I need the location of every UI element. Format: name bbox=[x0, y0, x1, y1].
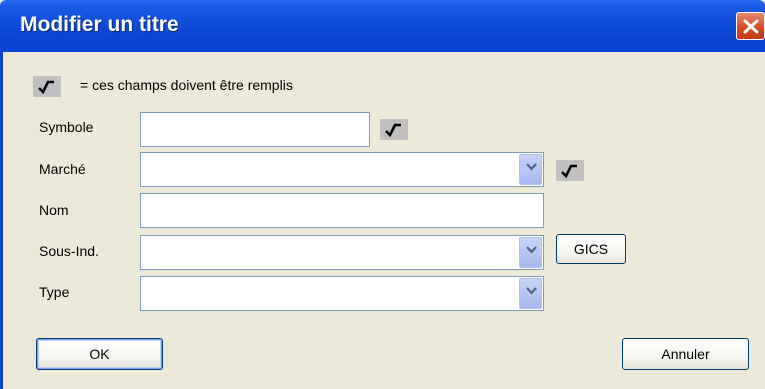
chevron-down-icon bbox=[526, 287, 537, 295]
sous-ind-label: Sous-Ind. bbox=[39, 243, 99, 259]
required-legend-icon bbox=[33, 76, 61, 97]
type-dropdown-button[interactable] bbox=[519, 278, 542, 309]
chevron-down-icon bbox=[526, 246, 537, 254]
close-button[interactable] bbox=[736, 12, 765, 40]
type-select[interactable] bbox=[140, 276, 544, 311]
symbole-required-icon bbox=[380, 119, 408, 140]
window-frame bbox=[0, 52, 3, 389]
sous-ind-select[interactable] bbox=[140, 235, 544, 270]
sous-ind-dropdown-button[interactable] bbox=[519, 237, 542, 268]
window-title: Modifier un titre bbox=[20, 13, 179, 36]
symbole-input[interactable] bbox=[140, 112, 370, 147]
chevron-down-icon bbox=[526, 163, 537, 171]
gics-button[interactable]: GICS bbox=[556, 234, 626, 264]
ok-button[interactable]: OK bbox=[36, 338, 163, 370]
required-legend-text: = ces champs doivent être remplis bbox=[80, 77, 293, 93]
marche-label: Marché bbox=[39, 161, 86, 177]
marche-required-icon bbox=[556, 160, 584, 181]
type-label: Type bbox=[39, 284, 70, 300]
marche-dropdown-button[interactable] bbox=[519, 154, 542, 185]
check-icon bbox=[385, 123, 401, 137]
title-bar[interactable]: Modifier un titre bbox=[0, 0, 765, 52]
nom-input[interactable] bbox=[140, 193, 544, 228]
check-icon bbox=[561, 164, 577, 178]
symbole-label: Symbole bbox=[39, 119, 94, 135]
close-icon bbox=[743, 19, 759, 34]
check-icon bbox=[38, 80, 54, 94]
cancel-button[interactable]: Annuler bbox=[622, 338, 749, 370]
marche-select[interactable] bbox=[140, 152, 544, 187]
nom-label: Nom bbox=[39, 202, 69, 218]
